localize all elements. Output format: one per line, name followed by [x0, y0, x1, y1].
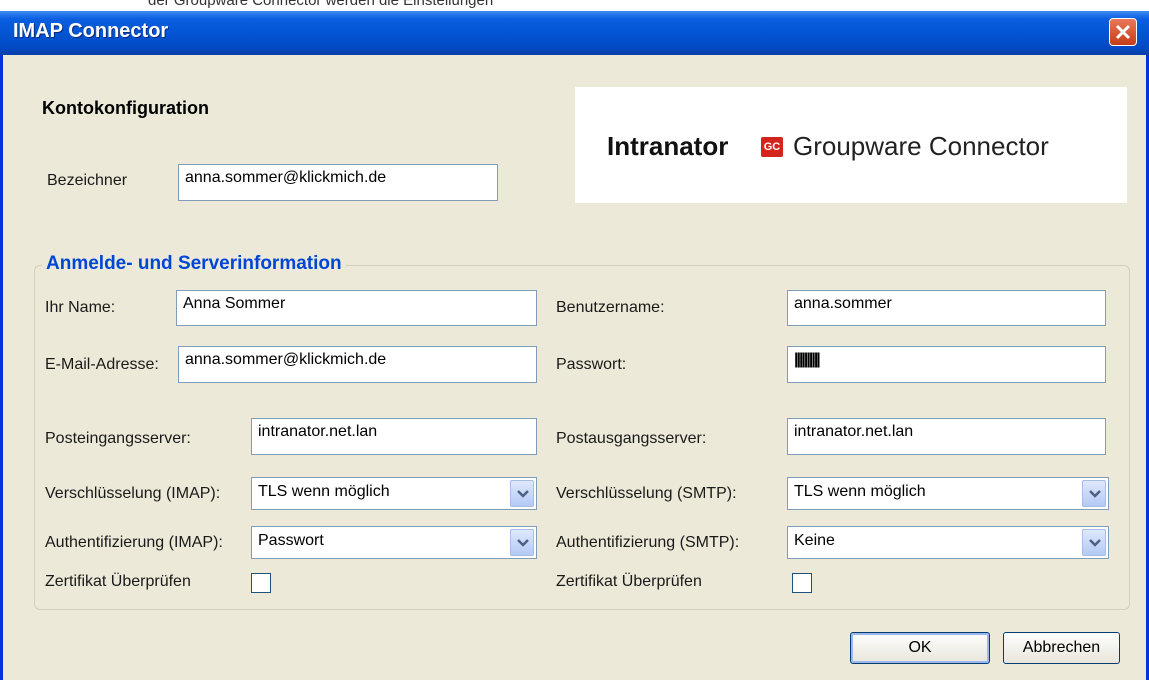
close-button[interactable]: [1109, 18, 1137, 46]
auth-smtp-value: Keine: [794, 532, 835, 549]
email-input[interactable]: anna.sommer@klickmich.de: [178, 346, 537, 383]
auth-imap-select[interactable]: Passwort: [251, 526, 537, 559]
identifier-label: Bezeichner: [47, 172, 128, 189]
logo-product: Groupware Connector: [793, 131, 1049, 161]
intranator-logo: Intranator GC Groupware Connector: [575, 87, 1127, 203]
cancel-button[interactable]: Abbrechen: [1003, 632, 1120, 664]
account-config-heading: Kontokonfiguration: [42, 98, 209, 118]
background-window-strip: der Groupware Connector werden die Einst…: [0, 0, 1149, 11]
cert-imap-checkbox[interactable]: [251, 573, 271, 593]
username-input[interactable]: anna.sommer: [787, 290, 1106, 326]
password-input[interactable]: ||||||||||: [787, 346, 1106, 383]
chevron-down-icon: [1089, 539, 1101, 547]
enc-imap-dropdown-button[interactable]: [510, 480, 534, 507]
enc-imap-label: Verschlüsselung (IMAP):: [45, 485, 221, 502]
chevron-down-icon: [1089, 490, 1101, 498]
chevron-down-icon: [517, 539, 529, 547]
enc-smtp-value: TLS wenn möglich: [794, 483, 926, 500]
enc-smtp-label: Verschlüsselung (SMTP):: [556, 485, 737, 502]
ok-button[interactable]: OK: [850, 632, 990, 664]
email-label: E-Mail-Adresse:: [45, 356, 159, 373]
window-title: IMAP Connector: [13, 20, 169, 42]
name-input[interactable]: Anna Sommer: [176, 290, 537, 326]
enc-imap-select[interactable]: TLS wenn möglich: [251, 477, 537, 510]
auth-smtp-label: Authentifizierung (SMTP):: [556, 534, 740, 551]
outgoing-server-label: Postausgangsserver:: [556, 430, 707, 447]
chevron-down-icon: [517, 490, 529, 498]
name-label: Ihr Name:: [45, 299, 116, 316]
cert-smtp-checkbox[interactable]: [792, 573, 812, 593]
enc-imap-value: TLS wenn möglich: [258, 483, 390, 500]
cert-smtp-label: Zertifikat Überprüfen: [556, 573, 702, 590]
auth-imap-dropdown-button[interactable]: [510, 529, 534, 556]
cert-imap-label: Zertifikat Überprüfen: [45, 573, 191, 590]
identifier-input[interactable]: anna.sommer@klickmich.de: [178, 164, 498, 201]
auth-smtp-select[interactable]: Keine: [787, 526, 1109, 559]
auth-imap-label: Authentifizierung (IMAP):: [45, 534, 223, 551]
auth-smtp-dropdown-button[interactable]: [1082, 529, 1106, 556]
enc-smtp-dropdown-button[interactable]: [1082, 480, 1106, 507]
server-info-group-title: Anmelde- und Serverinformation: [42, 253, 346, 275]
logo-brand: Intranator: [607, 131, 729, 161]
password-label: Passwort:: [556, 356, 627, 373]
incoming-server-input[interactable]: intranator.net.lan: [251, 418, 537, 455]
outgoing-server-input[interactable]: intranator.net.lan: [787, 418, 1106, 455]
logo-gc-badge: GC: [761, 137, 783, 157]
close-icon: [1115, 24, 1131, 40]
title-bar[interactable]: IMAP Connector: [0, 11, 1149, 55]
incoming-server-label: Posteingangsserver:: [45, 430, 191, 447]
background-text: der Groupware Connector werden die Einst…: [148, 0, 494, 9]
enc-smtp-select[interactable]: TLS wenn möglich: [787, 477, 1109, 510]
username-label: Benutzername:: [556, 299, 665, 316]
auth-imap-value: Passwort: [258, 532, 324, 549]
